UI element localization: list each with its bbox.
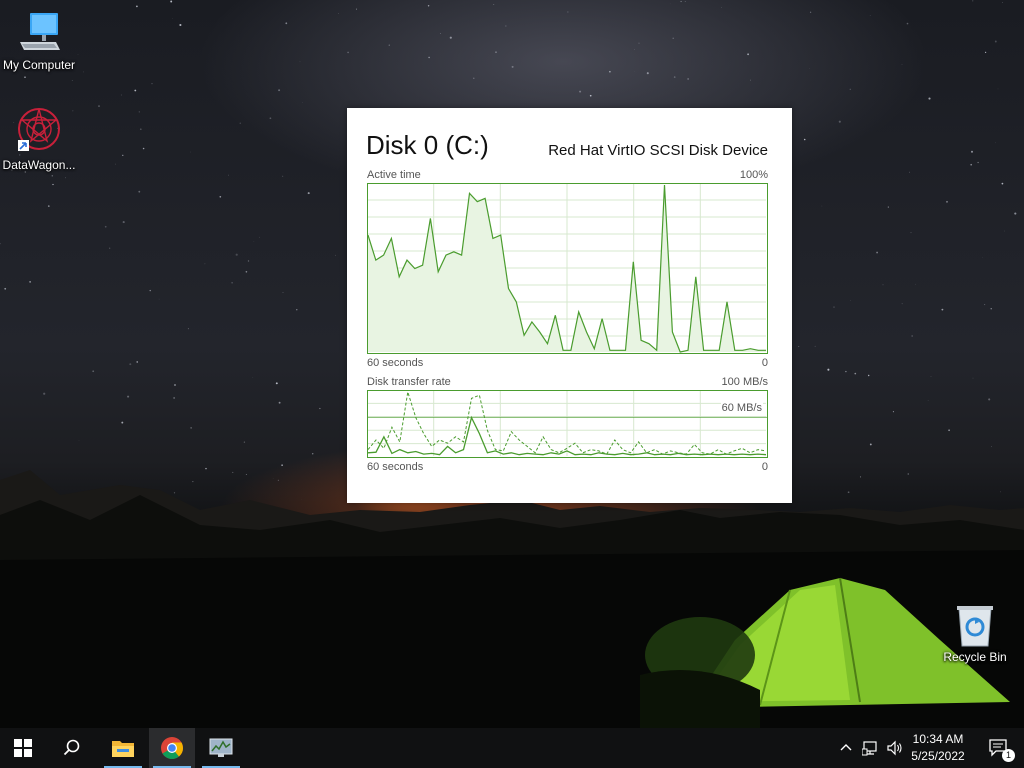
active-time-chart bbox=[367, 183, 768, 354]
clock-date: 5/25/2022 bbox=[911, 749, 965, 763]
transfer-rate-min-label: 0 bbox=[761, 461, 768, 473]
transfer-rate-max-label: 100 MB/s bbox=[721, 376, 768, 388]
computer-icon bbox=[20, 13, 60, 50]
desktop-icon-my-computer[interactable]: My Computer bbox=[1, 10, 77, 72]
active-time-duration-label: 60 seconds bbox=[367, 357, 424, 369]
taskbar-chrome[interactable] bbox=[149, 728, 195, 768]
transfer-rate-label: Disk transfer rate bbox=[367, 376, 451, 388]
volume-icon[interactable] bbox=[886, 740, 904, 756]
recycle-bin-icon bbox=[957, 606, 993, 647]
system-tray bbox=[838, 728, 904, 768]
desktop-icon-label: My Computer bbox=[2, 58, 76, 72]
search-icon bbox=[63, 739, 80, 756]
transfer-rate-duration-label: 60 seconds bbox=[367, 461, 424, 473]
transfer-rate-ref-label: 60 MB/s bbox=[720, 402, 763, 414]
start-button[interactable] bbox=[0, 728, 46, 768]
chevron-up-icon[interactable] bbox=[838, 740, 854, 756]
disk-device-name: Red Hat VirtIO SCSI Disk Device bbox=[548, 142, 768, 159]
folder-icon bbox=[112, 741, 134, 757]
search-button[interactable] bbox=[49, 728, 95, 768]
active-time-label: Active time bbox=[367, 169, 421, 181]
taskbar: 10:34 AM 5/25/2022 1 bbox=[0, 728, 1024, 768]
taskbar-file-explorer[interactable] bbox=[100, 728, 146, 768]
transfer-rate-chart bbox=[367, 390, 768, 458]
monitor-icon bbox=[209, 738, 233, 757]
active-time-max-label: 100% bbox=[739, 169, 768, 181]
notification-count-badge: 1 bbox=[1002, 749, 1015, 762]
action-center-button[interactable]: 1 bbox=[977, 728, 1021, 768]
taskbar-resource-monitor[interactable] bbox=[198, 728, 244, 768]
desktop-icon-label: Recycle Bin bbox=[943, 650, 1007, 664]
desktop-icon-recycle-bin[interactable]: Recycle Bin bbox=[937, 602, 1013, 664]
datawagon-icon bbox=[18, 108, 60, 151]
windows-icon bbox=[14, 739, 32, 757]
taskbar-clock[interactable]: 10:34 AM 5/25/2022 bbox=[905, 731, 971, 765]
desktop-icon-datawagon[interactable]: DataWagon... bbox=[1, 106, 77, 172]
network-icon[interactable] bbox=[862, 740, 880, 756]
active-time-min-label: 0 bbox=[761, 357, 768, 369]
desktop-icon-label: DataWagon... bbox=[2, 158, 76, 172]
disk-performance-widget: Disk 0 (C:) Red Hat VirtIO SCSI Disk Dev… bbox=[347, 108, 792, 503]
clock-time: 10:34 AM bbox=[912, 732, 964, 746]
chrome-icon bbox=[161, 737, 184, 759]
disk-title: Disk 0 (C:) bbox=[366, 130, 489, 160]
